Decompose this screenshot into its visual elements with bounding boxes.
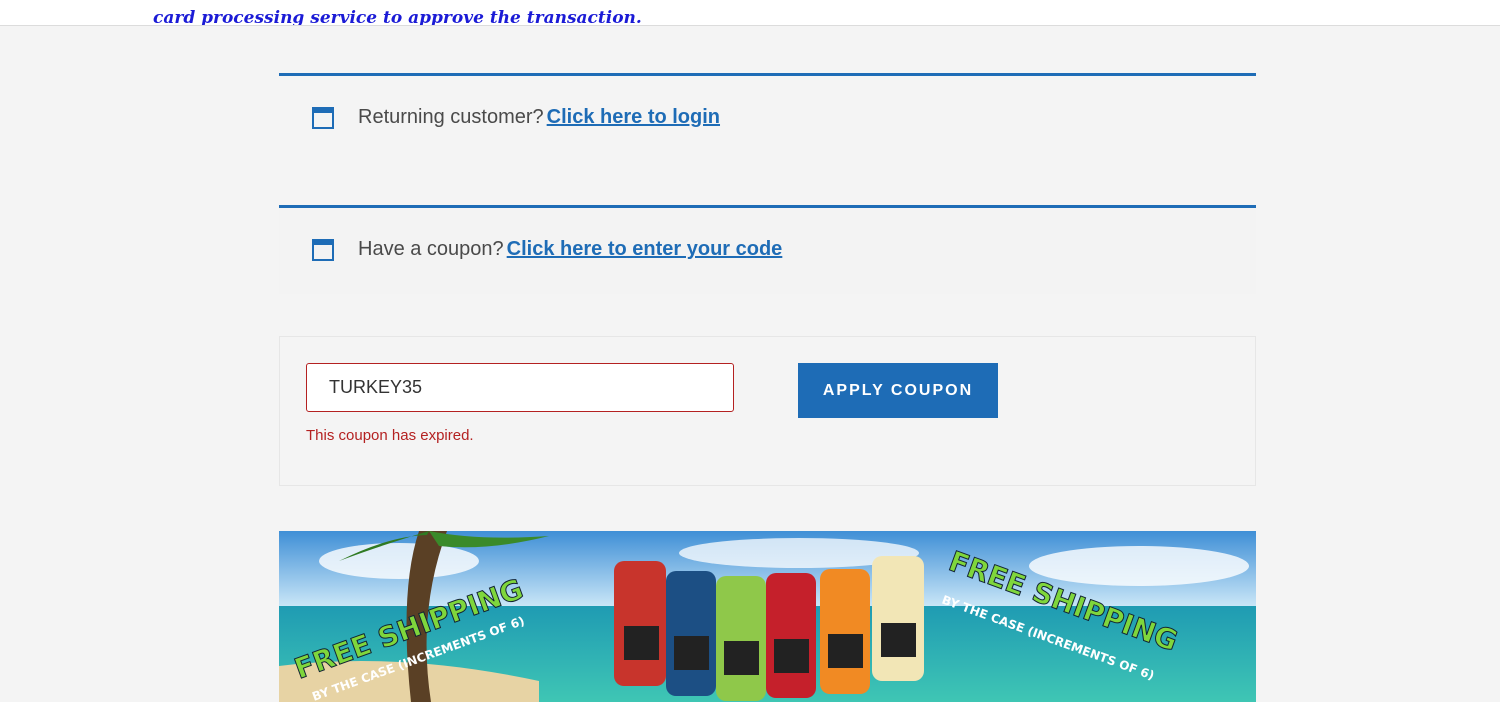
window-icon [312, 239, 334, 261]
coupon-code-input[interactable] [306, 363, 734, 412]
coupon-form: This coupon has expired. APPLY COUPON [279, 336, 1256, 486]
payment-note: card processing service to approve the t… [153, 8, 642, 26]
coupon-notice: Have a coupon? Click here to enter your c… [279, 205, 1256, 294]
coupon-error-message: This coupon has expired. [306, 427, 474, 444]
free-shipping-banner[interactable]: FREE SHIPPING BY THE CASE (INCREMENTS OF… [279, 531, 1256, 702]
top-header-bar: card processing service to approve the t… [0, 0, 1500, 26]
returning-customer-text: Returning customer? Click here to login [358, 106, 720, 129]
banner-image: FREE SHIPPING BY THE CASE (INCREMENTS OF… [279, 531, 1256, 702]
login-link[interactable]: Click here to login [547, 106, 720, 128]
window-icon [312, 107, 334, 129]
enter-coupon-link[interactable]: Click here to enter your code [507, 238, 783, 260]
apply-coupon-button[interactable]: APPLY COUPON [798, 363, 998, 418]
coupon-notice-text: Have a coupon? Click here to enter your c… [358, 238, 782, 261]
coupon-notice-label: Have a coupon? [358, 238, 504, 260]
returning-customer-label: Returning customer? [358, 106, 544, 128]
returning-customer-notice: Returning customer? Click here to login [279, 73, 1256, 184]
bottle-group [614, 556, 924, 701]
